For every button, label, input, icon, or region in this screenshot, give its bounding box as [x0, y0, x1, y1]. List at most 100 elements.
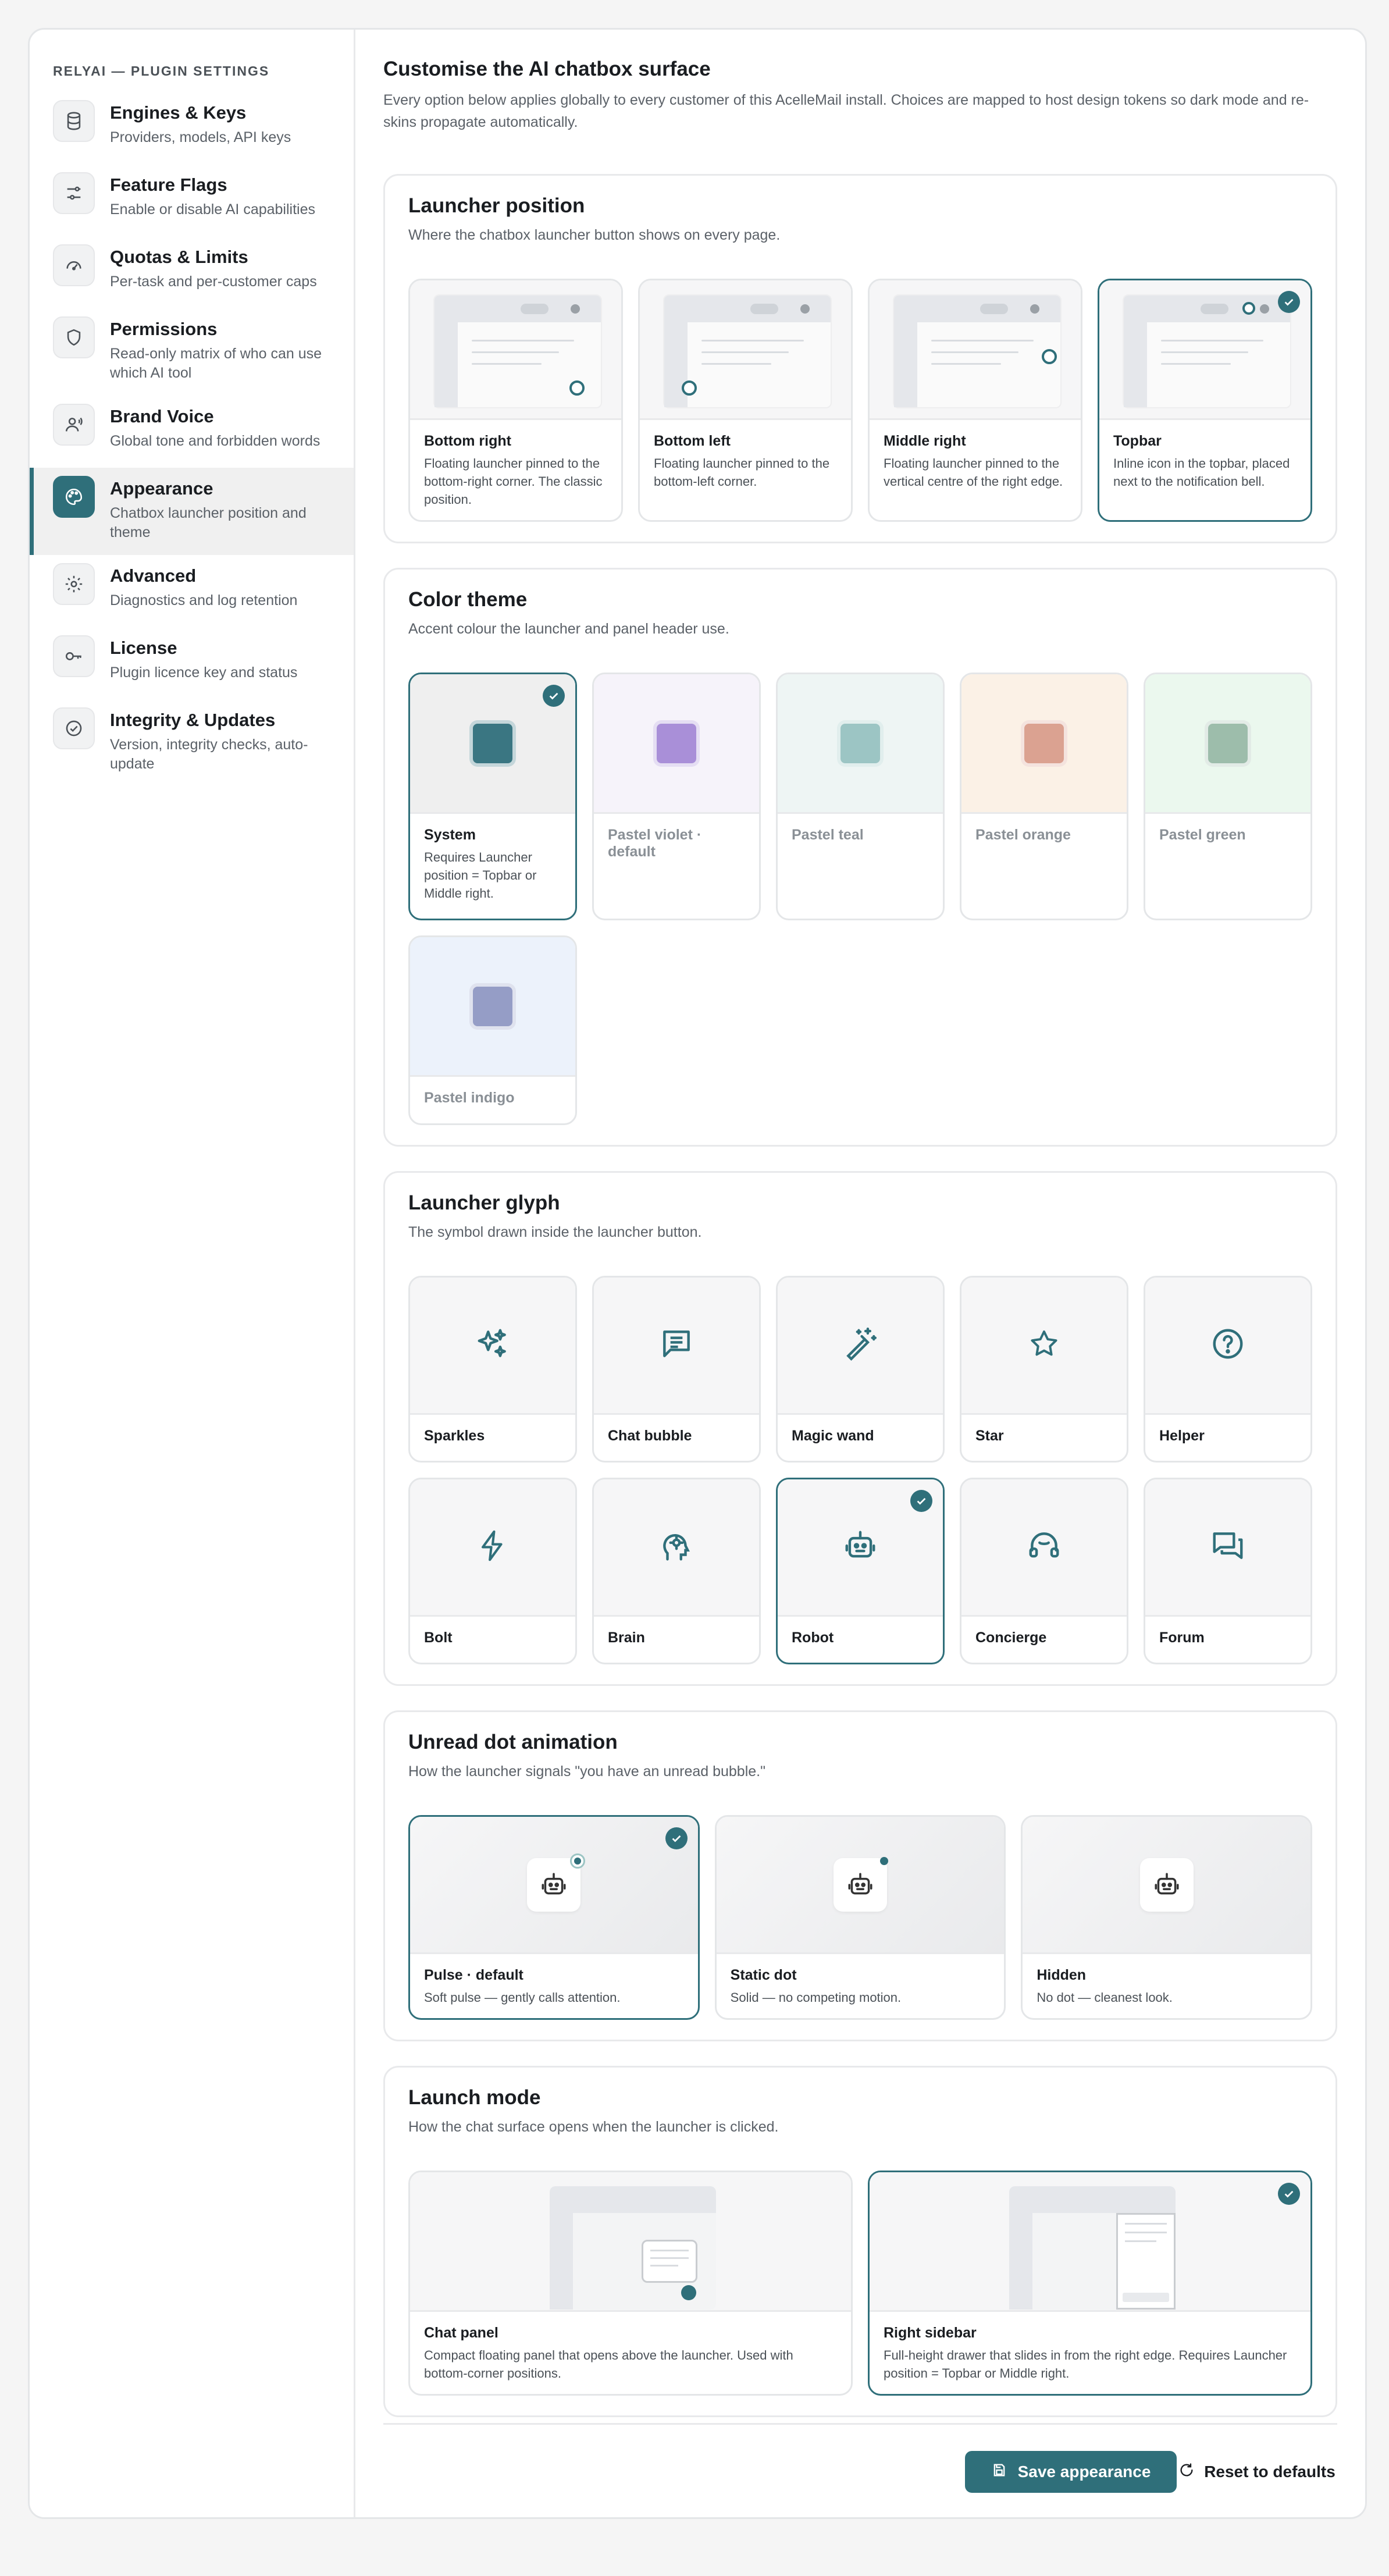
- sidebar-item-appearance[interactable]: Appearance Chatbox launcher position and …: [30, 468, 354, 555]
- color-swatch: [469, 720, 516, 767]
- key-icon: [53, 635, 95, 677]
- theme-option-pastel-violet[interactable]: Pastel violet · default: [592, 673, 761, 920]
- glyph-option-magic-wand[interactable]: Magic wand: [776, 1276, 945, 1463]
- launcher-glyph-section: Launcher glyph The symbol drawn inside t…: [383, 1171, 1337, 1686]
- save-appearance-button[interactable]: Save appearance: [965, 2451, 1177, 2493]
- position-preview: [640, 280, 851, 420]
- option-title: Concierge: [975, 1629, 1047, 1646]
- color-theme-section: Color theme Accent colour the launcher a…: [383, 568, 1337, 1147]
- section-title: Launcher glyph: [408, 1191, 560, 1214]
- sidebar-item-integrity-updates[interactable]: Integrity & Updates Version, integrity ch…: [30, 699, 354, 787]
- section-title: Color theme: [408, 588, 528, 611]
- unread-preview: [716, 1817, 1005, 1954]
- glyph-option-robot[interactable]: Robot: [776, 1478, 945, 1664]
- section-title: Launch mode: [408, 2086, 541, 2109]
- option-desc: Floating launcher pinned to the vertical…: [884, 456, 1063, 489]
- glyph-option-brain[interactable]: Brain: [592, 1478, 761, 1664]
- color-swatch: [469, 983, 516, 1030]
- glyph-option-helper[interactable]: Helper: [1144, 1276, 1312, 1463]
- selected-check-icon: [665, 1827, 688, 1849]
- option-title: Pastel violet · default: [608, 827, 702, 860]
- option-title: Bolt: [424, 1629, 453, 1646]
- gauge-icon: [53, 244, 95, 286]
- option-title: Bottom left: [654, 433, 731, 449]
- theme-option-pastel-green[interactable]: Pastel green: [1144, 673, 1312, 920]
- option-desc: No dot — cleanest look.: [1037, 1990, 1173, 2005]
- option-title: Star: [975, 1428, 1004, 1444]
- color-swatch: [837, 720, 884, 767]
- unread-option-pulse[interactable]: Pulse · default Soft pulse — gently calls…: [408, 1815, 700, 2020]
- sidebar-item-quotas-limits[interactable]: Quotas & Limits Per-task and per-customer…: [30, 236, 354, 308]
- sidebar-item-brand-voice[interactable]: Brand Voice Global tone and forbidden wor…: [30, 396, 354, 468]
- sidebar-item-title: Permissions: [110, 319, 218, 339]
- sidebar-item-title: Quotas & Limits: [110, 247, 248, 267]
- save-appearance-label: Save appearance: [1017, 2463, 1151, 2481]
- launch-mode-preview: [870, 2172, 1310, 2312]
- sidebar-item-sub: Read-only matrix of who can use which AI…: [110, 346, 322, 381]
- option-title: Chat bubble: [608, 1428, 692, 1444]
- selected-check-icon: [543, 685, 565, 707]
- glyph-option-concierge[interactable]: Concierge: [960, 1478, 1128, 1664]
- reset-defaults-label: Reset to defaults: [1204, 2463, 1335, 2481]
- unread-option-static[interactable]: Static dot Solid — no competing motion.: [714, 1815, 1006, 2020]
- page-title: Customise the AI chatbox surface: [383, 58, 711, 80]
- bolt-icon: [476, 1529, 510, 1565]
- theme-option-pastel-indigo[interactable]: Pastel indigo: [408, 935, 577, 1125]
- check-badge-icon: [53, 707, 95, 749]
- database-icon: [53, 100, 95, 142]
- sidebar-item-title: Engines & Keys: [110, 102, 247, 123]
- unread-preview: [410, 1817, 698, 1954]
- option-title: Bottom right: [424, 433, 511, 449]
- sidebar-item-sub: Providers, models, API keys: [110, 129, 291, 145]
- palette-icon: [53, 476, 95, 518]
- option-title: Pulse · default: [424, 1967, 523, 1983]
- theme-preview: [778, 674, 943, 814]
- unread-preview: [1023, 1817, 1310, 1954]
- glyph-option-bolt[interactable]: Bolt: [408, 1478, 577, 1664]
- sidebar-item-sub: Global tone and forbidden words: [110, 433, 320, 449]
- position-option-bottom-left[interactable]: Bottom left Floating launcher pinned to t…: [638, 279, 853, 522]
- sidebar-item-engines-keys[interactable]: Engines & Keys Providers, models, API key…: [30, 92, 354, 164]
- main-content: Customise the AI chatbox surface Every o…: [355, 30, 1365, 2517]
- launch-mode-option-right-sidebar[interactable]: Right sidebar Full-height drawer that sli…: [868, 2171, 1312, 2396]
- footer-divider: [383, 2423, 1337, 2425]
- launcher-position-section: Launcher position Where the chatbox laun…: [383, 174, 1337, 543]
- position-preview: [410, 280, 621, 420]
- option-title: Topbar: [1113, 433, 1162, 449]
- glyph-option-star[interactable]: Star: [960, 1276, 1128, 1463]
- sidebar-item-advanced[interactable]: Advanced Diagnostics and log retention: [30, 555, 354, 627]
- sidebar-item-sub: Enable or disable AI capabilities: [110, 201, 316, 218]
- sidebar: RELYAI — PLUGIN SETTINGS Engines & Keys P…: [30, 30, 355, 2517]
- position-option-topbar[interactable]: Topbar Inline icon in the topbar, placed …: [1098, 279, 1312, 522]
- option-desc: Requires Launcher position = Topbar or M…: [424, 850, 537, 901]
- gear-icon: [53, 563, 95, 605]
- unread-option-hidden[interactable]: Hidden No dot — cleanest look.: [1021, 1815, 1312, 2020]
- theme-option-pastel-teal[interactable]: Pastel teal: [776, 673, 945, 920]
- theme-preview: [594, 674, 759, 814]
- section-subtitle: How the launcher signals "you have an un…: [408, 1763, 765, 1780]
- glyph-preview: [961, 1479, 1127, 1617]
- settings-window: RELYAI — PLUGIN SETTINGS Engines & Keys P…: [28, 28, 1367, 2519]
- section-subtitle: Accent colour the launcher and panel hea…: [408, 621, 729, 637]
- sidebar-item-title: Feature Flags: [110, 175, 227, 195]
- glyph-preview: [410, 1479, 575, 1617]
- sidebar-item-feature-flags[interactable]: Feature Flags Enable or disable AI capabi…: [30, 164, 354, 236]
- glyph-preview: [594, 1479, 759, 1617]
- glyph-option-forum[interactable]: Forum: [1144, 1478, 1312, 1664]
- launch-mode-option-chat-panel[interactable]: Chat panel Compact floating panel that op…: [408, 2171, 853, 2396]
- unread-dot-section: Unread dot animation How the launcher si…: [383, 1710, 1337, 2041]
- color-swatch: [653, 720, 700, 767]
- sidebar-item-license[interactable]: License Plugin licence key and status: [30, 627, 354, 699]
- glyph-option-sparkles[interactable]: Sparkles: [408, 1276, 577, 1463]
- section-subtitle: Where the chatbox launcher button shows …: [408, 227, 781, 243]
- theme-option-system[interactable]: System Requires Launcher position = Topba…: [408, 673, 577, 920]
- reset-defaults-button[interactable]: Reset to defaults: [1177, 2451, 1337, 2493]
- position-option-middle-right[interactable]: Middle right Floating launcher pinned to …: [868, 279, 1082, 522]
- sidebar-item-permissions[interactable]: Permissions Read-only matrix of who can u…: [30, 308, 354, 396]
- theme-option-pastel-orange[interactable]: Pastel orange: [960, 673, 1128, 920]
- position-option-bottom-right[interactable]: Bottom right Floating launcher pinned to …: [408, 279, 623, 522]
- page-description: Every option below applies globally to e…: [383, 92, 1309, 130]
- glyph-option-chat-bubble[interactable]: Chat bubble: [592, 1276, 761, 1463]
- option-title: Right sidebar: [884, 2325, 977, 2341]
- sidebar-item-sub: Plugin licence key and status: [110, 664, 298, 681]
